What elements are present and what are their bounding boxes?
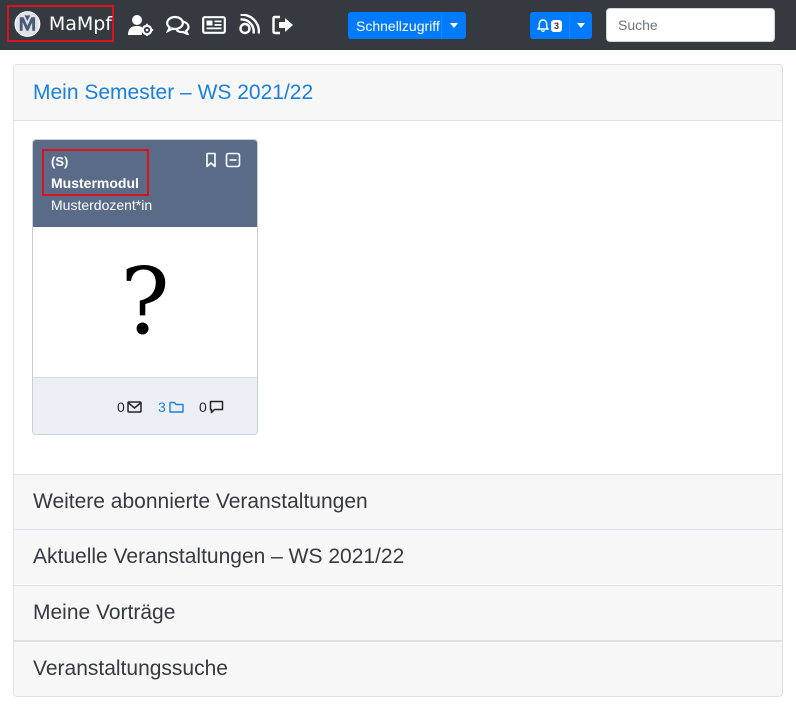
- search-input[interactable]: [606, 8, 775, 42]
- notification-count-badge: 3: [551, 19, 563, 32]
- placeholder-question-mark: ?: [120, 248, 170, 355]
- user-settings-icon[interactable]: [128, 13, 154, 37]
- section-title: Meine Vorträge: [33, 601, 176, 624]
- brand-name: MaMpf: [48, 12, 112, 35]
- course-type: (S): [51, 154, 69, 169]
- course-accordion: Mein Semester – WS 2021/22 (S) Mustermod…: [13, 64, 783, 697]
- mampf-logo-icon: [14, 10, 41, 37]
- notifications-button[interactable]: 3: [530, 12, 592, 39]
- quick-access-label: Schnellzugriff: [356, 17, 440, 34]
- folder-count-value: 3: [158, 399, 166, 415]
- folder-count[interactable]: 3: [158, 399, 184, 415]
- bell-icon: [537, 19, 549, 32]
- quick-access-button[interactable]: Schnellzugriff: [348, 12, 466, 39]
- logout-icon[interactable]: [270, 13, 296, 37]
- notifications-dropdown-toggle[interactable]: [569, 12, 592, 39]
- comment-count[interactable]: 0: [199, 399, 224, 415]
- blog-rss-icon[interactable]: [236, 13, 262, 37]
- current-semester-title: Mein Semester – WS 2021/22: [33, 80, 314, 104]
- bookmark-icon[interactable]: [203, 152, 219, 168]
- comments-icon[interactable]: [165, 13, 191, 37]
- course-thumbnail[interactable]: ?: [33, 227, 257, 377]
- current-semester-header[interactable]: Mein Semester – WS 2021/22: [14, 65, 782, 121]
- folder-icon: [169, 401, 184, 413]
- section-title: Veranstaltungssuche: [33, 657, 228, 680]
- comment-count-value: 0: [199, 399, 207, 415]
- my-talks-header[interactable]: Meine Vorträge: [14, 585, 782, 640]
- subscribed-courses-header[interactable]: Weitere abonnierte Veranstaltungen: [14, 474, 782, 529]
- course-card-footer: 0 3 0: [33, 377, 257, 434]
- caret-down-icon: [450, 23, 458, 28]
- course-card[interactable]: (S) Mustermodul Musterdozent*in ? 0 3 0: [32, 139, 258, 435]
- course-search-header[interactable]: Veranstaltungssuche: [14, 640, 782, 696]
- quick-access-dropdown-toggle[interactable]: [441, 12, 466, 39]
- envelope-icon: [127, 401, 142, 413]
- course-title[interactable]: Mustermodul: [51, 175, 139, 191]
- brand-link[interactable]: MaMpf: [7, 5, 114, 42]
- section-title: Aktuelle Veranstaltungen – WS 2021/22: [33, 545, 405, 568]
- collapse-minus-icon[interactable]: [225, 152, 241, 168]
- caret-down-icon: [577, 23, 585, 28]
- section-title: Weitere abonnierte Veranstaltungen: [33, 490, 368, 513]
- top-navbar: MaMpf Schnellzugriff 3 Suche: [0, 0, 796, 50]
- course-teacher: Musterdozent*in: [51, 197, 153, 213]
- mail-count[interactable]: 0: [117, 399, 142, 415]
- mail-count-value: 0: [117, 399, 125, 415]
- comment-icon: [209, 400, 224, 414]
- course-card-header: (S) Mustermodul Musterdozent*in: [33, 140, 257, 227]
- news-icon[interactable]: [201, 13, 227, 37]
- current-courses-header[interactable]: Aktuelle Veranstaltungen – WS 2021/22: [14, 529, 782, 584]
